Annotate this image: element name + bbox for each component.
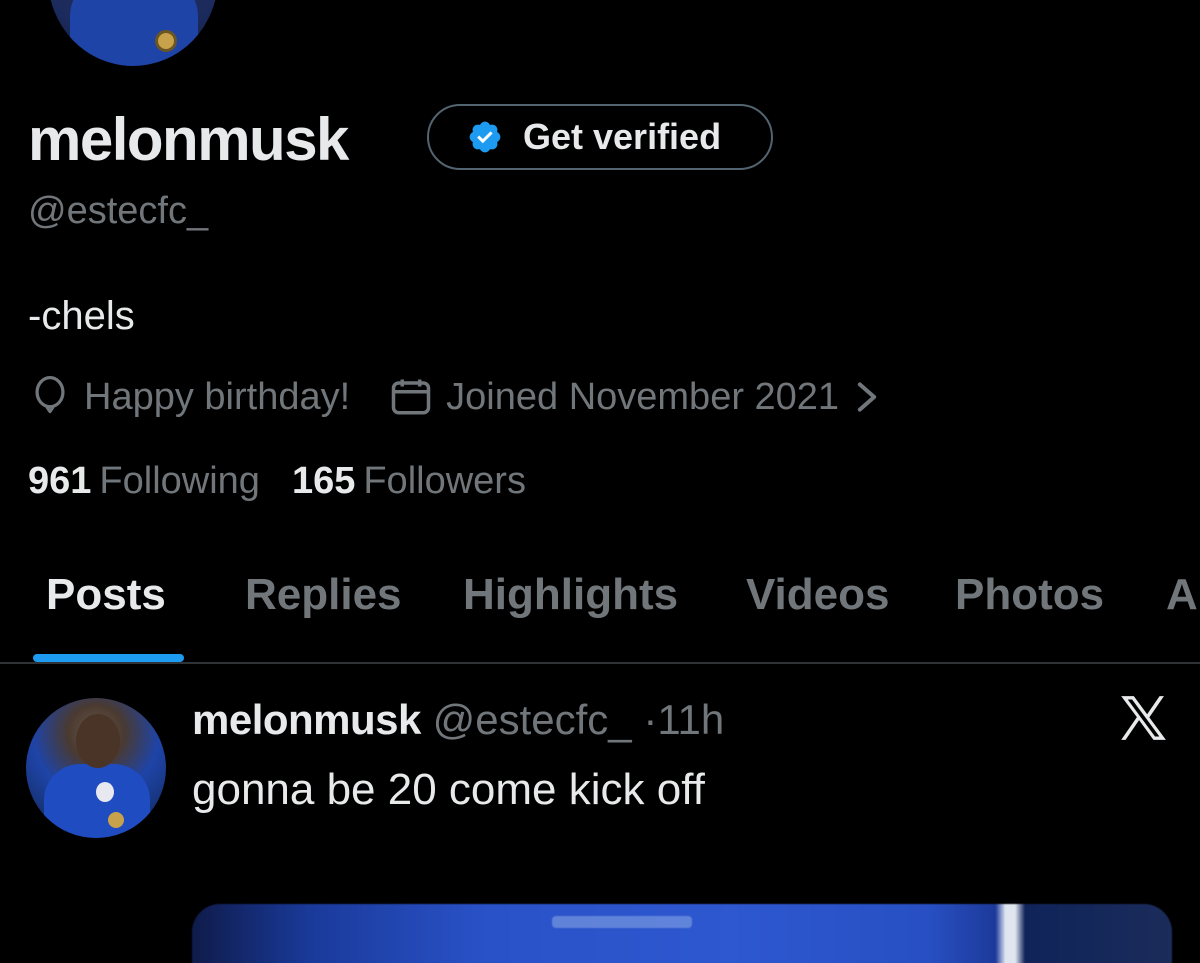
avatar-shirt bbox=[70, 0, 198, 66]
birthday-text: Happy birthday! bbox=[84, 375, 351, 418]
tab-videos[interactable]: Videos bbox=[746, 570, 889, 620]
calendar-icon bbox=[391, 379, 431, 415]
active-tab-indicator bbox=[33, 654, 184, 662]
following-count: 961 bbox=[28, 460, 92, 502]
tab-replies[interactable]: Replies bbox=[245, 570, 402, 620]
tab-highlights[interactable]: Highlights bbox=[463, 570, 678, 620]
display-name: melonmusk bbox=[28, 106, 349, 173]
post-item[interactable]: melonmusk @estecfc_ ·11h gonna be 20 com… bbox=[0, 666, 1200, 963]
post-avatar[interactable] bbox=[26, 698, 166, 838]
x-logo-icon[interactable] bbox=[1116, 694, 1170, 742]
avatar-crest bbox=[96, 782, 114, 802]
profile-handle: @estecfc_ bbox=[28, 190, 209, 232]
profile-bio: -chels bbox=[28, 294, 135, 338]
media-blurred-caption bbox=[552, 916, 692, 928]
avatar-medal bbox=[155, 30, 177, 52]
post-media[interactable] bbox=[192, 904, 1172, 963]
birthday-item: Happy birthday! bbox=[30, 376, 350, 419]
avatar-medal bbox=[108, 812, 124, 828]
tab-photos[interactable]: Photos bbox=[955, 570, 1104, 620]
profile-meta-row: Happy birthday! Joined November 2021 bbox=[30, 370, 895, 424]
post-author-handle: @estecfc_ bbox=[432, 696, 632, 743]
joined-item[interactable]: Joined November 2021 bbox=[390, 376, 895, 419]
joined-text: Joined November 2021 bbox=[446, 375, 840, 418]
post-separator: · bbox=[643, 696, 658, 743]
post-timestamp[interactable]: 11h bbox=[657, 696, 724, 743]
avatar-face bbox=[76, 714, 120, 768]
chevron-right-icon bbox=[857, 382, 877, 412]
follow-stats: 961 Following 165 Followers bbox=[28, 460, 526, 503]
tab-posts[interactable]: Posts bbox=[46, 570, 166, 620]
post-author-name[interactable]: melonmusk bbox=[192, 696, 421, 743]
get-verified-button[interactable]: Get verified bbox=[427, 104, 773, 170]
followers-stat[interactable]: 165 Followers bbox=[292, 460, 526, 502]
followers-label: Followers bbox=[363, 460, 526, 502]
following-stat[interactable]: 961 Following bbox=[28, 460, 260, 502]
post-header: melonmusk @estecfc_ ·11h bbox=[192, 696, 724, 744]
followers-count: 165 bbox=[291, 460, 356, 502]
profile-avatar[interactable] bbox=[48, 0, 218, 66]
profile-screen: melonmusk Get verified @estecfc_ -chels … bbox=[0, 0, 1200, 963]
verified-badge-icon bbox=[469, 121, 501, 153]
balloon-icon bbox=[35, 376, 65, 414]
avatar-jersey bbox=[44, 764, 150, 838]
get-verified-label: Get verified bbox=[523, 116, 722, 157]
profile-tabs: Posts Replies Highlights Videos Photos A bbox=[0, 560, 1200, 664]
post-text: gonna be 20 come kick off bbox=[192, 765, 705, 814]
tab-articles[interactable]: A bbox=[1166, 570, 1198, 620]
following-label: Following bbox=[99, 460, 260, 502]
